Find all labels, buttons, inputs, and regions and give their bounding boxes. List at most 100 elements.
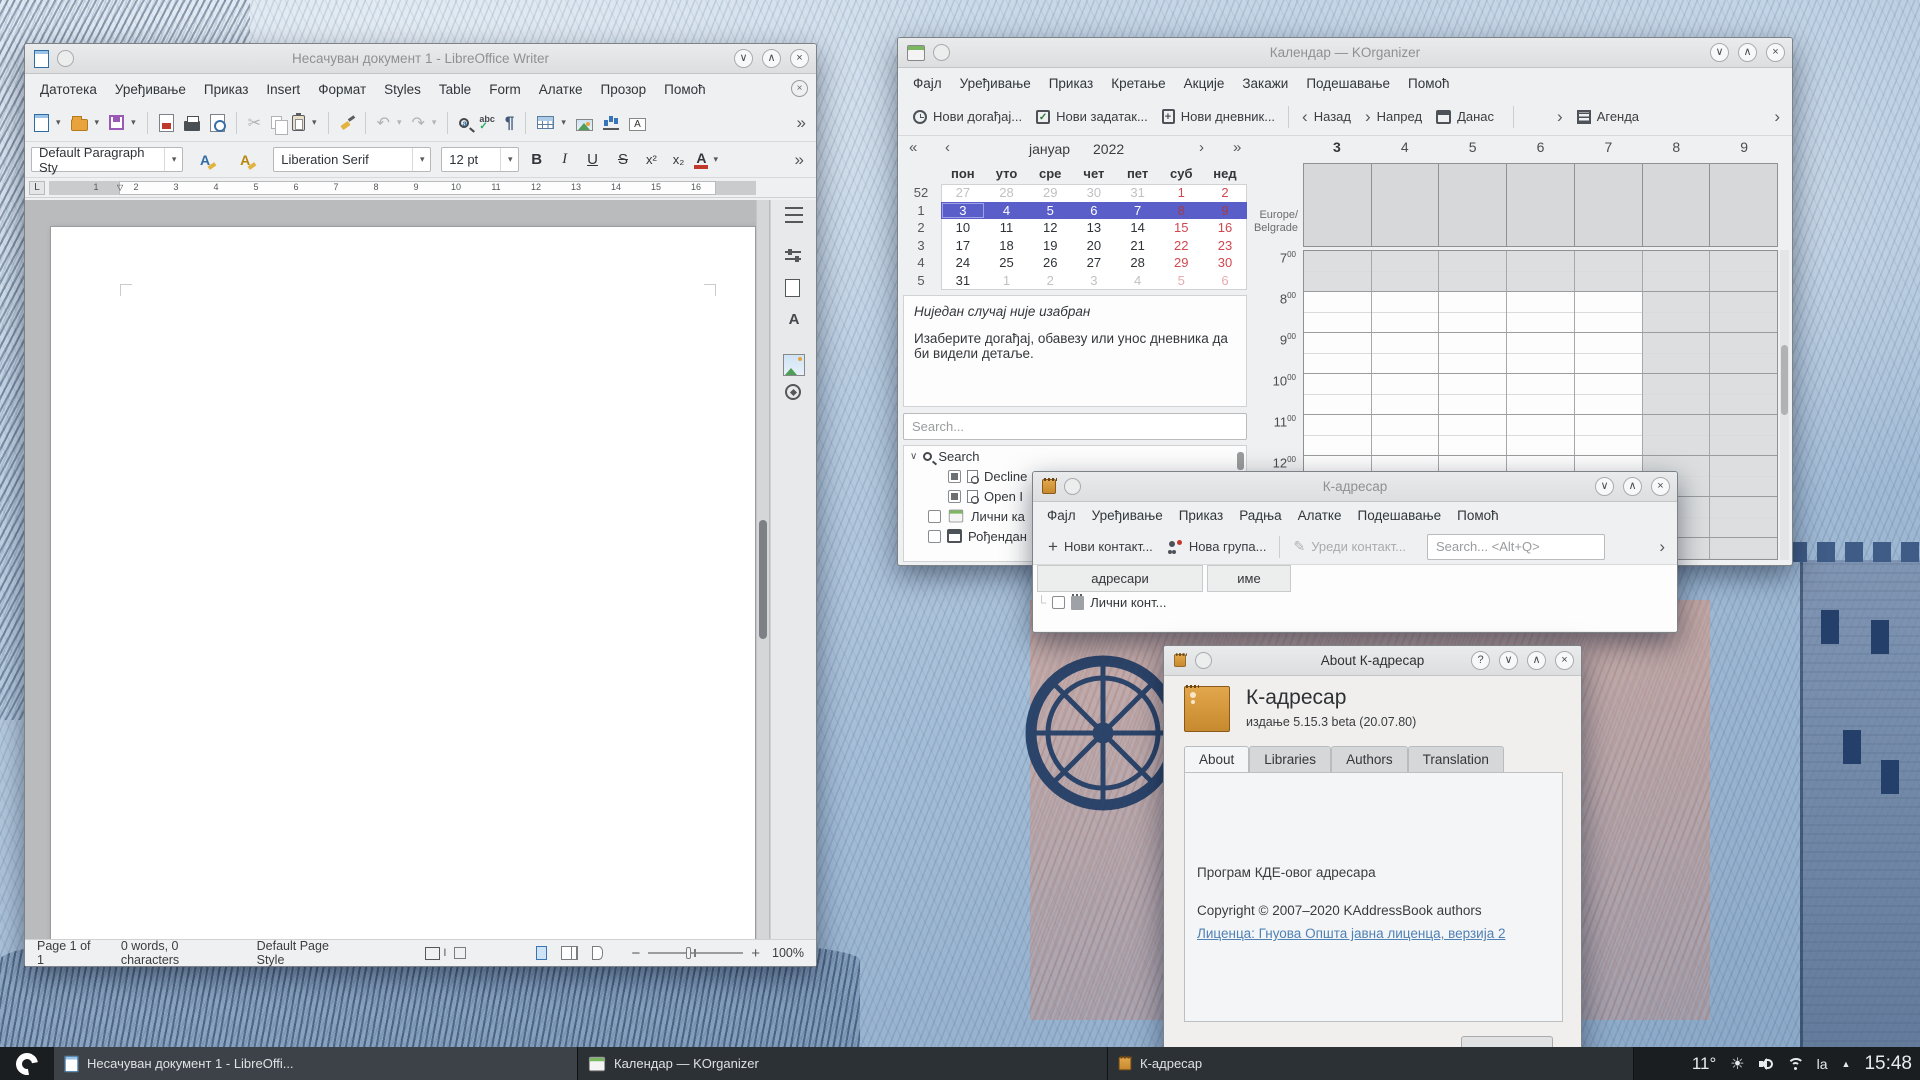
close-button[interactable]: × <box>1555 651 1574 670</box>
toolbar-overflow-button[interactable]: › <box>1774 107 1780 127</box>
paragraph-style-dropdown[interactable]: ▾ <box>164 148 182 171</box>
spellcheck-button[interactable]: abc✓ <box>474 111 500 135</box>
sidebar-properties-icon[interactable] <box>783 247 805 263</box>
menu-item[interactable]: Table <box>430 76 480 103</box>
korganizer-titlebar[interactable]: Календар — KOrganizer ∨ ∧ × <box>898 38 1792 68</box>
cut-button[interactable]: ✂ <box>243 109 266 137</box>
menu-item[interactable]: Подешавање <box>1297 70 1399 97</box>
menu-item[interactable]: Формат <box>309 76 375 103</box>
font-size-dropdown[interactable]: ▾ <box>500 148 518 171</box>
document-page[interactable] <box>50 226 756 939</box>
calendar-day-cell[interactable]: 26 <box>1028 254 1072 272</box>
maximize-button[interactable]: ∧ <box>762 49 781 68</box>
zoom-out-icon[interactable]: − <box>631 945 640 962</box>
agenda-day-header[interactable]: 4 <box>1371 139 1439 161</box>
agenda-time-cell[interactable] <box>1439 292 1507 332</box>
zoom-percentage[interactable]: 100% <box>760 946 816 960</box>
week-number[interactable]: 52 <box>901 184 941 202</box>
agenda-time-cell[interactable] <box>1575 333 1643 373</box>
calendar-day-cell[interactable]: 16 <box>1203 219 1247 237</box>
all-day-row[interactable] <box>1303 163 1778 247</box>
calendar-day-cell[interactable]: 30 <box>1203 254 1247 272</box>
menu-item[interactable]: Алатке <box>1290 504 1350 527</box>
next-month-button[interactable]: › <box>1199 139 1204 156</box>
save-state-icon[interactable] <box>454 947 466 959</box>
agenda-time-cell[interactable] <box>1643 292 1711 332</box>
insert-textbox-button[interactable]: A <box>624 111 651 135</box>
agenda-time-cell[interactable] <box>1439 333 1507 373</box>
all-day-cell[interactable] <box>1643 164 1711 246</box>
calendar-day-cell[interactable]: 3 <box>941 202 985 220</box>
menu-item[interactable]: Insert <box>257 76 309 103</box>
calendar-day-cell[interactable]: 3 <box>1072 272 1116 290</box>
calendar-day-cell[interactable]: 6 <box>1072 202 1116 220</box>
agenda-time-cell[interactable] <box>1304 333 1372 373</box>
menu-item[interactable]: Приказ <box>1171 504 1232 527</box>
column-header-addressbooks[interactable]: адресари <box>1037 565 1203 592</box>
prev-year-button[interactable]: « <box>909 139 917 156</box>
scrollbar-thum[interactable] <box>1781 345 1788 415</box>
prev-month-button[interactable]: ‹ <box>945 139 950 156</box>
calendar-day-cell[interactable]: 27 <box>1072 254 1116 272</box>
all-day-cell[interactable] <box>1507 164 1575 246</box>
document-close-icon[interactable]: × <box>791 80 808 97</box>
calendar-day-cell[interactable]: 14 <box>1116 219 1160 237</box>
font-name-dropdown[interactable]: ▾ <box>412 148 430 171</box>
all-day-cell[interactable] <box>1304 164 1372 246</box>
agenda-time-cell[interactable] <box>1575 251 1643 291</box>
checkbox[interactable] <box>928 530 941 543</box>
menu-item[interactable]: Помоћ <box>1399 70 1459 97</box>
help-button[interactable]: ? <box>1471 651 1490 670</box>
new-journal-button[interactable]: Нови дневник... <box>1155 104 1282 129</box>
calendar-day-cell[interactable]: 28 <box>1116 254 1160 272</box>
all-day-cell[interactable] <box>1372 164 1440 246</box>
zoom-slider[interactable]: − + <box>631 945 760 962</box>
maximize-button[interactable]: ∧ <box>1623 477 1642 496</box>
network-wifi-icon[interactable] <box>1787 1058 1803 1070</box>
taskbar-clock[interactable]: 15:48 <box>1864 1053 1912 1075</box>
calendar-day-cell[interactable]: 8 <box>1159 202 1203 220</box>
agenda-time-cell[interactable] <box>1507 251 1575 291</box>
new-event-button[interactable]: Нови догађај... <box>906 104 1029 129</box>
agenda-time-cell[interactable] <box>1710 538 1777 560</box>
agenda-day-header[interactable]: 7 <box>1574 139 1642 161</box>
mini-calendar-grid[interactable]: 5227282930311213456789210111213141516317… <box>901 184 1249 289</box>
agenda-day-header[interactable]: 5 <box>1439 139 1507 161</box>
sidebar-settings-icon[interactable] <box>785 207 803 223</box>
agenda-time-cell[interactable] <box>1710 456 1777 496</box>
column-header-name[interactable]: име <box>1207 565 1291 592</box>
year-label[interactable]: 2022 <box>1093 141 1124 157</box>
menu-item[interactable]: Закажи <box>1233 70 1297 97</box>
checkbox[interactable] <box>928 510 941 523</box>
range-forward-button[interactable]: › <box>1550 102 1570 132</box>
insert-mode-icon[interactable] <box>425 947 440 960</box>
today-button[interactable]: Данас <box>1429 104 1501 129</box>
agenda-time-cell[interactable] <box>1372 251 1440 291</box>
agenda-time-cell[interactable] <box>1575 415 1643 455</box>
sidebar-styles-icon[interactable]: A <box>783 311 805 333</box>
agenda-view-button[interactable]: Агенда <box>1570 104 1646 129</box>
writer-titlebar[interactable]: Несачуван документ 1 - LibreOffice Write… <box>25 44 816 74</box>
agenda-time-cell[interactable] <box>1372 415 1440 455</box>
menu-item[interactable]: Прозор <box>592 76 656 103</box>
menu-item[interactable]: Фајл <box>904 70 951 97</box>
all-day-cell[interactable] <box>1439 164 1507 246</box>
minimize-button[interactable]: ∨ <box>734 49 753 68</box>
contact-search-input[interactable]: Search... <Alt+Q> <box>1427 534 1605 560</box>
italic-button[interactable]: I <box>554 151 575 168</box>
license-link[interactable]: Лиценца: Гнуова Општа јавна лиценца, вер… <box>1197 926 1505 941</box>
font-color-button[interactable]: A <box>694 151 708 169</box>
print-button[interactable] <box>179 111 205 135</box>
find-replace-button[interactable]: a <box>454 114 474 132</box>
menu-item[interactable]: Form <box>480 76 530 103</box>
calendar-day-cell[interactable]: 29 <box>1159 254 1203 272</box>
maximize-button[interactable]: ∧ <box>1527 651 1546 670</box>
weather-sun-icon[interactable]: ☀ <box>1730 1054 1744 1074</box>
checkbox[interactable] <box>1052 596 1065 609</box>
checkbox[interactable] <box>948 470 961 483</box>
bold-button[interactable]: B <box>523 151 550 168</box>
calendar-day-cell[interactable]: 19 <box>1028 237 1072 255</box>
calendar-day-cell[interactable]: 1 <box>985 272 1029 290</box>
calendar-day-cell[interactable]: 15 <box>1159 219 1203 237</box>
agenda-time-cell[interactable] <box>1304 292 1372 332</box>
